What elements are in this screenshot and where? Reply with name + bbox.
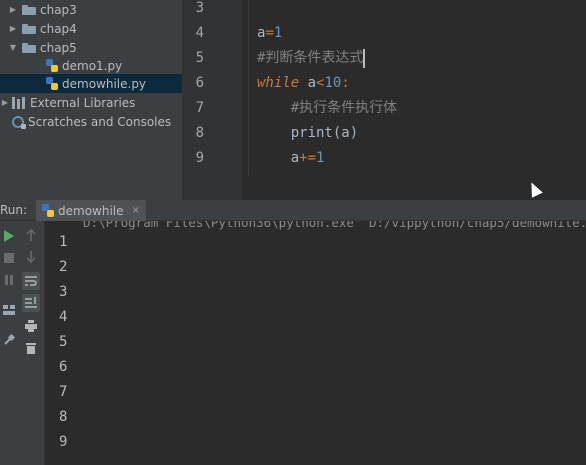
code-token: : [341, 75, 350, 91]
text-caret [363, 48, 366, 68]
indent-guide [248, 0, 249, 175]
code-line[interactable]: a+=1 [257, 146, 325, 171]
folder-icon [22, 42, 36, 53]
soft-wrap-icon[interactable] [22, 272, 40, 290]
console-output-line: 1 [59, 234, 68, 250]
code-token: = [265, 25, 274, 41]
stop-icon[interactable] [1, 250, 17, 266]
up-arrow-icon[interactable] [23, 227, 39, 243]
tree-item-label: chap4 [40, 21, 77, 36]
pin-icon[interactable] [1, 332, 17, 348]
run-tab[interactable]: demowhile × [36, 200, 146, 221]
print-icon[interactable] [23, 318, 39, 334]
chevron-right-icon[interactable]: ▶ [0, 98, 10, 107]
down-arrow-icon[interactable] [23, 249, 39, 265]
console-output-line: 2 [59, 259, 68, 275]
tree-item-label: External Libraries [30, 95, 136, 110]
tree-item-scratches[interactable]: Scratches and Consoles [0, 112, 182, 131]
tree-item-label: chap3 [40, 2, 77, 17]
line-number: 3 [195, 0, 204, 16]
trash-icon[interactable] [23, 340, 39, 356]
code-token: while [257, 75, 300, 91]
code-token: a [299, 75, 317, 91]
tree-item-label: Scratches and Consoles [28, 114, 172, 129]
console-output-line: 8 [59, 409, 68, 425]
code-token: 10 [324, 75, 342, 91]
tree-item-demowhile[interactable]: demowhile.py [0, 74, 182, 93]
tree-item-label: demo1.py [62, 58, 123, 73]
console-output-line: 4 [59, 309, 68, 325]
line-number: 8 [195, 125, 204, 141]
code-token: a [257, 150, 300, 166]
code-token: 1 [273, 25, 283, 41]
console-output-line: 3 [59, 284, 68, 300]
project-tree-panel: ▶ chap3 ▶ chap4 ▼ chap5 demo1.py demowhi… [0, 0, 182, 200]
tree-item-demo1[interactable]: demo1.py [0, 56, 182, 75]
console-toolbar [18, 221, 45, 465]
layout-icon[interactable] [1, 302, 17, 318]
code-token: #执行条件执行体 [257, 100, 398, 116]
python-file-icon [46, 59, 58, 72]
code-line[interactable]: a=1 [257, 21, 282, 46]
scratches-icon [12, 115, 26, 129]
libraries-icon [12, 96, 26, 109]
console-output-line: 6 [59, 359, 68, 375]
chevron-right-icon[interactable]: ▶ [8, 5, 18, 14]
tree-item-label: demowhile.py [62, 76, 147, 91]
console-output[interactable]: D:\Program Files\Python36\python.exe" D:… [45, 221, 586, 465]
folder-icon [22, 4, 36, 15]
line-number: 4 [195, 25, 204, 41]
code-line[interactable]: print(a) [257, 121, 358, 146]
tree-item-chap3[interactable]: ▶ chap3 [0, 0, 182, 19]
run-icon[interactable] [1, 228, 17, 244]
code-token: += [299, 150, 317, 166]
line-number: 7 [195, 100, 204, 116]
tree-item-label: chap5 [40, 40, 77, 55]
editor-gutter: 3 4 5 6 7 8 9 [182, 0, 253, 200]
console-output-line: 9 [59, 434, 68, 450]
run-label: Run: [0, 203, 28, 217]
tree-item-chap5[interactable]: ▼ chap5 [0, 38, 182, 57]
run-toolbar [0, 221, 18, 465]
tree-item-external-libraries[interactable]: ▶ External Libraries [0, 93, 182, 112]
close-icon[interactable]: × [132, 205, 140, 216]
run-tab-label: demowhile [58, 203, 124, 218]
code-line[interactable]: while a<10: [257, 71, 350, 96]
code-line[interactable]: #执行条件执行体 [257, 96, 397, 121]
console-output-line: 7 [59, 384, 68, 400]
console-output-line: 5 [59, 334, 68, 350]
pause-icon[interactable] [1, 272, 17, 288]
code-token: print [257, 125, 333, 141]
tree-item-chap4[interactable]: ▶ chap4 [0, 19, 182, 38]
chevron-right-icon[interactable]: ▶ [8, 24, 18, 33]
line-number: 6 [195, 75, 204, 91]
python-file-icon [46, 77, 58, 90]
console-command-line: D:\Program Files\Python36\python.exe" D:… [83, 221, 586, 230]
code-token: 1 [316, 150, 325, 166]
code-token: #判断条件表达式 [257, 50, 364, 66]
python-file-icon [42, 204, 54, 217]
chevron-down-icon[interactable]: ▼ [8, 43, 18, 52]
folder-icon [22, 23, 36, 34]
scroll-to-end-icon[interactable] [22, 294, 40, 312]
code-line[interactable]: #判断条件表达式 [257, 46, 366, 71]
line-number: 5 [195, 50, 204, 66]
code-editor[interactable]: a=1 #判断条件表达式 while a<10: #执行条件执行体 print(a)… [242, 0, 586, 200]
line-number: 9 [195, 150, 204, 166]
code-token: (a) [332, 125, 359, 141]
